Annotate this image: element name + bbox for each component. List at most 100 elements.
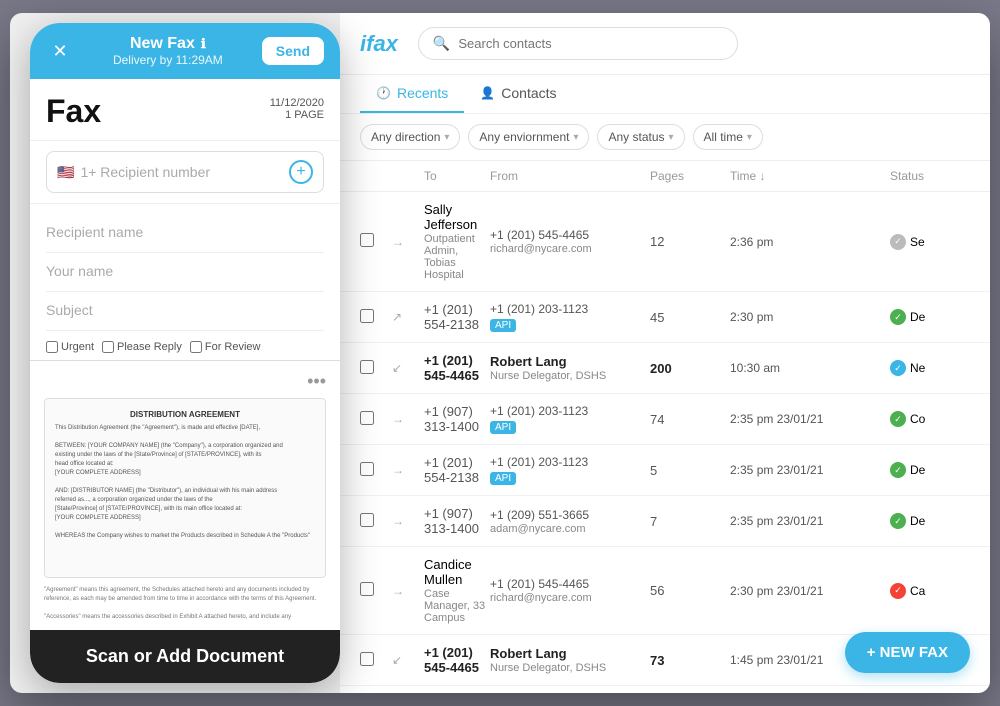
doc-footnotes: "Agreement" means this agreement, the Sc…	[44, 586, 326, 630]
tab-contacts[interactable]: 👤 Contacts	[464, 75, 572, 113]
status-label: Ca	[910, 584, 925, 598]
to-name: Sally Jefferson	[424, 202, 490, 232]
time-cell: 10:30 am	[730, 361, 890, 375]
time-cell: 2:35 pm 23/01/21	[730, 463, 890, 477]
for-review-label: For Review	[205, 341, 261, 353]
filter-status-label: Any status	[608, 130, 664, 144]
pages-cell: 73	[650, 653, 730, 668]
close-button[interactable]: ✕	[46, 37, 74, 65]
add-recipient-button[interactable]: +	[289, 160, 313, 184]
desktop-content: ifax 🔍 🕐 Recents 👤 Contacts Any directio…	[340, 13, 990, 693]
col-direction	[392, 169, 424, 183]
pages-cell: 45	[650, 310, 730, 325]
col-status: Status	[890, 169, 970, 183]
status-label: Co	[910, 412, 925, 426]
please-reply-checkbox[interactable]: Please Reply	[102, 341, 182, 353]
recents-icon: 🕐	[376, 86, 391, 100]
direction-icon: ↗	[392, 310, 424, 324]
to-name: +1 (907) 313-1400	[424, 404, 490, 434]
search-bar[interactable]: 🔍	[418, 27, 738, 60]
for-review-input[interactable]	[190, 341, 202, 353]
row-checkbox[interactable]	[360, 360, 374, 374]
scan-add-button[interactable]: Scan or Add Document	[30, 630, 340, 683]
row-checkbox-cell	[360, 513, 392, 530]
row-checkbox[interactable]	[360, 411, 374, 425]
table-row[interactable]: → +1 (907) 313-1400 +1 (209) 551-3665 ad…	[340, 496, 990, 547]
from-cell: Robert Lang Nurse Delegator, DSHS	[490, 646, 650, 674]
tab-recents[interactable]: 🕐 Recents	[360, 75, 464, 113]
pages-cell: 74	[650, 412, 730, 427]
status-cell: ✓ Ca	[890, 583, 970, 599]
tab-recents-label: Recents	[397, 85, 448, 101]
please-reply-input[interactable]	[102, 341, 114, 353]
recipient-section: 🇺🇸 1+ Recipient number +	[30, 141, 340, 204]
your-name-field: Your name	[46, 253, 324, 292]
direction-icon: ↙	[392, 361, 424, 375]
phone-header-center: New Fax ℹ Delivery by 11:29AM	[74, 35, 262, 67]
to-name: +1 (907) 313-1400	[424, 506, 490, 536]
to-cell: +1 (201) 554-2138	[424, 302, 490, 332]
from-sub: richard@nycare.com	[490, 243, 650, 255]
status-cell: ✓ Co	[890, 411, 970, 427]
direction-icon: →	[392, 235, 424, 249]
filter-environment[interactable]: Any enviornment ▾	[468, 124, 589, 150]
phone-subtitle: Delivery by 11:29AM	[74, 53, 262, 67]
fax-meta: 11/12/2020 1 PAGE	[270, 97, 324, 121]
from-name: Robert Lang	[490, 646, 650, 661]
recipient-placeholder: 1+ Recipient number	[80, 164, 283, 180]
urgent-checkbox[interactable]: Urgent	[46, 341, 94, 353]
send-button[interactable]: Send	[262, 37, 324, 65]
filter-direction-label: Any direction	[371, 130, 440, 144]
three-dots-icon[interactable]: •••	[307, 371, 326, 392]
subject-placeholder: Subject	[46, 302, 93, 318]
chevron-down-icon: ▾	[669, 132, 674, 143]
table-row[interactable]: → +1 (201) 554-2138 +1 (201) 203-1123 AP…	[340, 445, 990, 496]
row-checkbox[interactable]	[360, 582, 374, 596]
row-checkbox[interactable]	[360, 233, 374, 247]
api-badge: API	[490, 472, 516, 485]
table-row[interactable]: → Candice Mullen Case Manager, 33 Campus…	[340, 547, 990, 635]
direction-icon: →	[392, 514, 424, 528]
row-checkbox[interactable]	[360, 462, 374, 476]
time-cell: 2:35 pm 23/01/21	[730, 412, 890, 426]
from-sub: Nurse Delegator, DSHS	[490, 662, 650, 674]
table-row[interactable]: ↙ +1 (201) 545-4465 Robert Lang Nurse De…	[340, 343, 990, 394]
for-review-checkbox[interactable]: For Review	[190, 341, 261, 353]
search-input[interactable]	[458, 36, 723, 51]
from-name: +1 (201) 545-4465	[490, 577, 650, 591]
chevron-down-icon: ▾	[444, 132, 449, 143]
table-row[interactable]: → +1 (907) 313-1400 +1 (201) 203-1123 AP…	[340, 394, 990, 445]
table-header: To From Pages Time ↓ Status	[340, 161, 990, 192]
col-pages: Pages	[650, 169, 730, 183]
row-checkbox[interactable]	[360, 513, 374, 527]
table-row[interactable]: → +1 (201) 545-4465 Charlie Gibbon Adult…	[340, 686, 990, 693]
table-row[interactable]: → Sally Jefferson Outpatient Admin, Tobi…	[340, 192, 990, 292]
filter-status[interactable]: Any status ▾	[597, 124, 684, 150]
col-time: Time ↓	[730, 169, 890, 183]
urgent-label: Urgent	[61, 341, 94, 353]
urgent-checkbox-input[interactable]	[46, 341, 58, 353]
status-dot: ✓	[890, 513, 906, 529]
tabs-row: 🕐 Recents 👤 Contacts	[340, 75, 990, 114]
form-fields: Recipient name Your name Subject Urgent …	[30, 204, 340, 360]
new-fax-button[interactable]: + NEW FAX	[845, 632, 970, 673]
row-checkbox[interactable]	[360, 309, 374, 323]
chevron-down-icon: ▾	[747, 132, 752, 143]
your-name-placeholder: Your name	[46, 263, 113, 279]
table-row[interactable]: ↗ +1 (201) 554-2138 +1 (201) 203-1123 AP…	[340, 292, 990, 343]
status-label: De	[910, 463, 925, 477]
pages-cell: 7	[650, 514, 730, 529]
from-cell: +1 (201) 545-4465 richard@nycare.com	[490, 577, 650, 604]
fax-form: Fax 11/12/2020 1 PAGE 🇺🇸 1+ Recipient nu…	[30, 79, 340, 360]
col-from: From	[490, 169, 650, 183]
status-label: Se	[910, 235, 925, 249]
to-cell: +1 (201) 545-4465	[424, 645, 490, 675]
row-checkbox[interactable]	[360, 652, 374, 666]
status-dot: ✓	[890, 583, 906, 599]
filter-direction[interactable]: Any direction ▾	[360, 124, 460, 150]
recipient-input-row[interactable]: 🇺🇸 1+ Recipient number +	[46, 151, 324, 193]
from-cell: Robert Lang Nurse Delegator, DSHS	[490, 354, 650, 382]
filter-time[interactable]: All time ▾	[693, 124, 763, 150]
flag-icon: 🇺🇸	[57, 164, 74, 181]
desktop-header: ifax 🔍	[340, 13, 990, 75]
